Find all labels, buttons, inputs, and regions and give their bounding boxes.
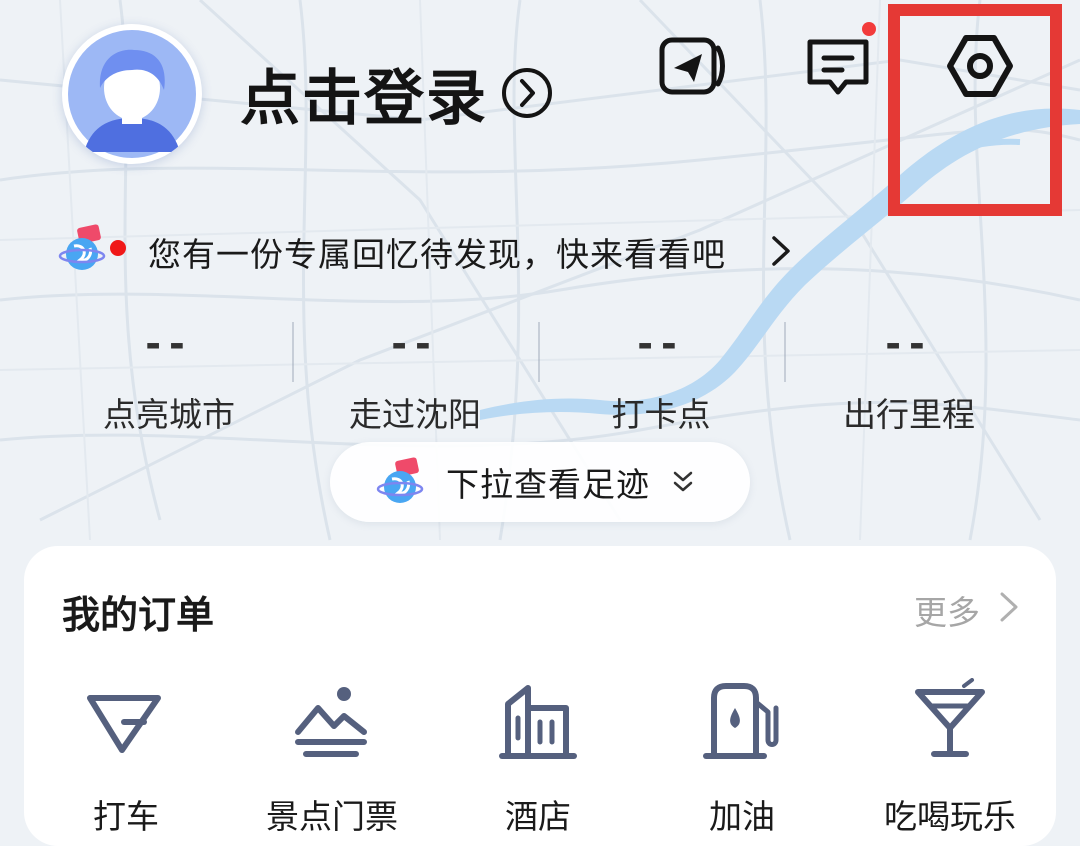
avatar[interactable]: [62, 24, 202, 164]
stat-label: 出行里程: [843, 395, 975, 434]
double-chevron-down-icon: [673, 471, 693, 492]
message-icon: [807, 39, 869, 95]
footprint-globe-icon: [376, 457, 424, 503]
fuel-icon: [703, 683, 779, 759]
scenic-ticket-icon: [295, 687, 367, 757]
order-taxi[interactable]: 打车: [46, 678, 206, 838]
stat-label: 打卡点: [611, 395, 711, 434]
order-label: 吃喝玩乐: [884, 797, 1016, 836]
order-fuel[interactable]: 加油: [662, 678, 822, 838]
order-label: 景点门票: [266, 797, 398, 836]
pull-footprint-label: 下拉查看足迹: [446, 465, 650, 504]
message-button[interactable]: [800, 28, 876, 104]
settings-highlight-box: [888, 4, 1062, 216]
stat-value: --: [391, 322, 439, 366]
stat-value: --: [145, 322, 193, 366]
stat-shenyang[interactable]: -- 走过沈阳: [292, 322, 538, 436]
cocktail-icon: [915, 678, 985, 757]
notification-dot: [862, 22, 876, 36]
stat-checkins[interactable]: -- 打卡点: [538, 322, 784, 436]
order-food-fun[interactable]: 吃喝玩乐: [870, 678, 1030, 838]
stat-label: 走过沈阳: [349, 395, 481, 434]
stat-label: 点亮城市: [103, 395, 235, 434]
order-hotel[interactable]: 酒店: [458, 678, 618, 838]
send-icon: [659, 37, 725, 95]
orders-more-link[interactable]: 更多: [914, 586, 980, 634]
orders-title: 我的订单: [62, 593, 215, 637]
send-button[interactable]: [654, 28, 730, 104]
memory-globe-icon: [58, 224, 106, 270]
order-label: 酒店: [505, 797, 571, 836]
order-label: 加油: [709, 797, 775, 836]
stat-cities[interactable]: -- 点亮城市: [46, 322, 292, 436]
order-scenic-ticket[interactable]: 景点门票: [252, 678, 412, 838]
chevron-right-circle-icon[interactable]: [500, 66, 554, 120]
chevron-right-icon[interactable]: [768, 232, 794, 270]
chevron-right-icon[interactable]: [996, 588, 1022, 626]
memory-banner-link[interactable]: 您有一份专属回忆待发现，快来看看吧: [148, 228, 726, 276]
banner-red-dot: [110, 240, 126, 256]
hotel-icon: [499, 685, 577, 759]
stat-value: --: [637, 322, 685, 366]
stat-value: --: [885, 322, 933, 366]
stat-mileage[interactable]: -- 出行里程: [786, 322, 1032, 436]
pull-footprint-button[interactable]: 下拉查看足迹: [330, 442, 750, 522]
avatar-icon: [68, 30, 196, 158]
login-button[interactable]: 点击登录: [240, 50, 488, 137]
taxi-icon: [87, 695, 161, 753]
order-label: 打车: [93, 797, 159, 836]
